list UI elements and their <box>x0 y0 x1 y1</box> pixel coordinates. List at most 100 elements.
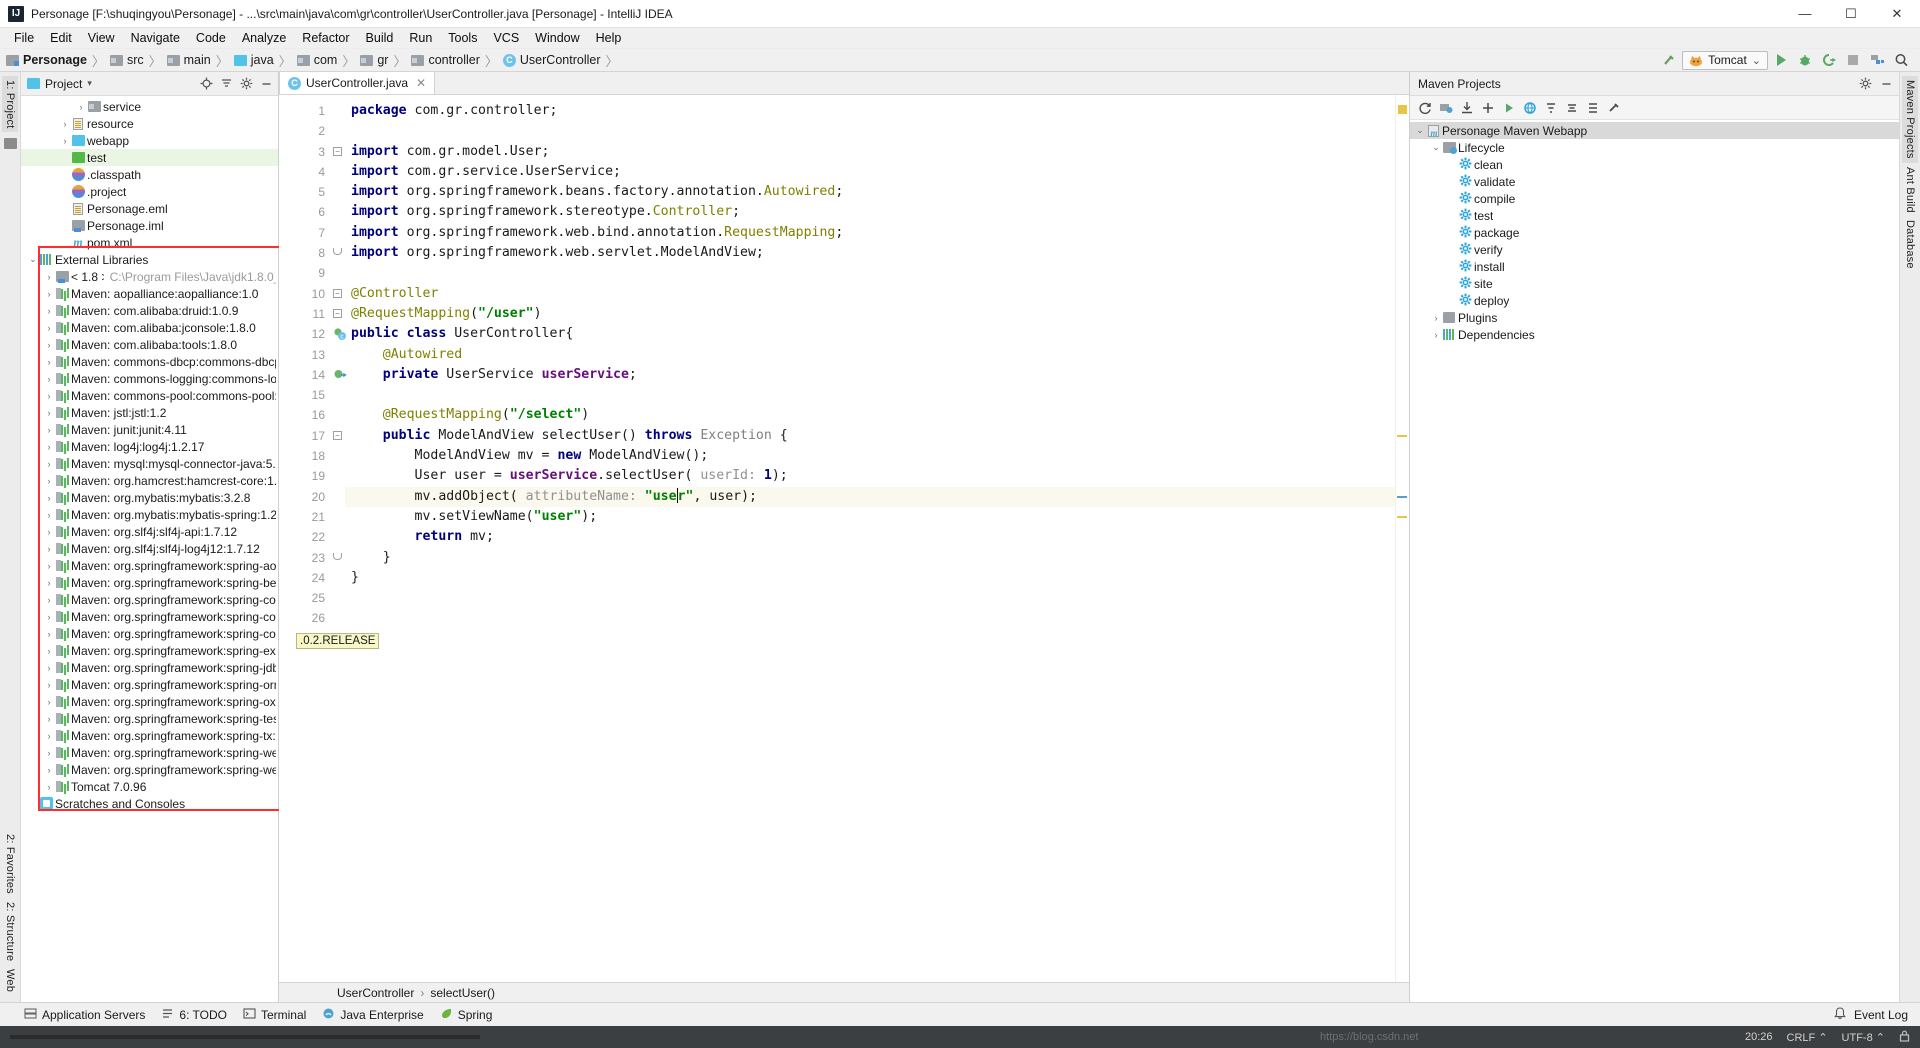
maven-tree-row[interactable]: › Plugins <box>1410 309 1899 326</box>
collapse-icon[interactable] <box>1563 99 1581 117</box>
maven-tree-row[interactable]: test <box>1410 207 1899 224</box>
chevron-icon[interactable]: › <box>43 510 55 520</box>
toggle-skip-tests-icon[interactable] <box>1542 99 1560 117</box>
project-tree-row[interactable]: › Maven: org.springframework:spring-conte… <box>21 591 278 608</box>
maven-tree[interactable]: ⌄Personage Maven Webapp⌄Lifecyclecleanva… <box>1410 120 1899 1002</box>
code-line[interactable] <box>345 385 1395 405</box>
chevron-icon[interactable]: ⌄ <box>1414 125 1426 136</box>
maven-tree-row[interactable]: compile <box>1410 190 1899 207</box>
code-line[interactable]: ModelAndView mv = new ModelAndView(); <box>345 446 1395 466</box>
breadcrumb-item-usercontroller[interactable]: C UserController <box>502 53 601 67</box>
fold-collapse-icon[interactable]: − <box>333 308 342 318</box>
chevron-icon[interactable]: › <box>43 391 55 401</box>
code-line[interactable]: mv.setViewName("user"); <box>345 507 1395 527</box>
maven-tree-row[interactable]: ⌄ Personage Maven Webapp <box>1410 122 1899 139</box>
project-structure-icon[interactable] <box>1866 51 1888 70</box>
lock-icon[interactable] <box>1899 1030 1910 1045</box>
hide-panel-icon[interactable] <box>259 76 274 91</box>
run-configuration-selector[interactable]: Tomcat ⌄ <box>1682 50 1768 70</box>
chevron-icon[interactable]: › <box>43 578 55 588</box>
chevron-icon[interactable]: › <box>59 119 71 129</box>
menu-item-help[interactable]: Help <box>588 29 630 47</box>
project-tree-row[interactable]: › Maven: org.slf4j:slf4j-api:1.7.12 <box>21 523 278 540</box>
fold-marker-slot[interactable]: − <box>331 284 345 304</box>
project-tree-row[interactable]: › Maven: org.hamcrest:hamcrest-core:1.3 <box>21 472 278 489</box>
code-line[interactable]: } <box>345 548 1395 568</box>
code-line[interactable]: mv.addObject( attributeName: "user", use… <box>345 486 1395 507</box>
project-tree-row[interactable]: › < 1.8 > C:\Program Files\Java\jdk1.8.0_1… <box>21 268 278 285</box>
gear-icon[interactable] <box>1858 76 1873 91</box>
code-line[interactable]: @Controller <box>345 284 1395 304</box>
maven-tree-row[interactable]: site <box>1410 275 1899 292</box>
breadcrumb-item-com[interactable]: com <box>296 53 337 67</box>
chevron-icon[interactable]: › <box>43 748 55 758</box>
close-button[interactable]: ✕ <box>1874 0 1920 27</box>
collapse-all-icon[interactable] <box>219 76 234 91</box>
project-tree-row[interactable]: test <box>21 149 278 166</box>
chevron-icon[interactable]: › <box>43 289 55 299</box>
stop-button[interactable] <box>1842 51 1864 70</box>
project-tree-row[interactable]: › Tomcat 7.0.96 <box>21 778 278 795</box>
maven-tree-row[interactable]: ⌄ Lifecycle <box>1410 139 1899 156</box>
chevron-icon[interactable]: › <box>43 459 55 469</box>
breadcrumb-item-src[interactable]: src <box>109 53 144 67</box>
menu-item-code[interactable]: Code <box>188 29 234 47</box>
project-tree-row[interactable]: › Maven: log4j:log4j:1.2.17 <box>21 438 278 455</box>
code-line[interactable]: @RequestMapping("/user") <box>345 304 1395 324</box>
code-line[interactable] <box>345 263 1395 283</box>
project-tree-row[interactable]: › Maven: org.slf4j:slf4j-log4j12:1.7.12 <box>21 540 278 557</box>
chevron-icon[interactable]: › <box>43 408 55 418</box>
project-tree-row[interactable]: .classpath <box>21 166 278 183</box>
project-tree-row[interactable]: › Maven: commons-pool:commons-pool:1.5.4 <box>21 387 278 404</box>
hide-panel-icon[interactable] <box>1879 76 1894 91</box>
locate-icon[interactable] <box>199 76 214 91</box>
code-line[interactable]: return mv; <box>345 527 1395 547</box>
menu-item-edit[interactable]: Edit <box>42 29 80 47</box>
editor-breadcrumb-item[interactable]: UserController <box>337 986 414 1000</box>
breadcrumb-item-main[interactable]: main <box>166 53 211 67</box>
chevron-icon[interactable]: › <box>1430 330 1442 340</box>
chevron-icon[interactable]: › <box>43 646 55 656</box>
menu-item-refactor[interactable]: Refactor <box>294 29 357 47</box>
project-tree-row[interactable]: Scratches and Consoles <box>21 795 278 812</box>
fold-marker-slot[interactable]: − <box>331 142 345 162</box>
code-line[interactable]: public class UserController{ <box>345 324 1395 344</box>
code-line[interactable] <box>345 588 1395 608</box>
chevron-icon[interactable]: › <box>43 595 55 605</box>
toggle-offline-icon[interactable] <box>1521 99 1539 117</box>
project-tree-row[interactable]: › Maven: commons-logging:commons-logging <box>21 370 278 387</box>
fold-end-icon[interactable] <box>333 552 342 560</box>
menu-item-navigate[interactable]: Navigate <box>123 29 188 47</box>
error-stripe-rail[interactable] <box>1395 95 1409 982</box>
maven-tree-row[interactable]: deploy <box>1410 292 1899 309</box>
chevron-icon[interactable]: › <box>43 612 55 622</box>
project-tree-row[interactable]: › Maven: org.springframework:spring-conte… <box>21 608 278 625</box>
chevron-icon[interactable]: › <box>43 680 55 690</box>
chevron-icon[interactable]: › <box>43 697 55 707</box>
project-tree-row[interactable]: › Maven: org.springframework:spring-web:5… <box>21 744 278 761</box>
project-tree-row[interactable]: › Maven: org.springframework:spring-tx:4.… <box>21 727 278 744</box>
menu-item-file[interactable]: File <box>6 29 42 47</box>
fold-collapse-icon[interactable]: − <box>333 430 342 440</box>
chevron-icon[interactable]: ⌄ <box>1430 142 1442 153</box>
chevron-icon[interactable]: › <box>43 306 55 316</box>
search-everywhere-icon[interactable] <box>1890 51 1912 70</box>
encoding-selector[interactable]: UTF-8 ⌃ <box>1842 1031 1885 1044</box>
code-line[interactable]: private UserService userService; <box>345 365 1395 385</box>
code-line[interactable]: @RequestMapping("/select") <box>345 405 1395 425</box>
code-editor[interactable]: 1 2 3 4 5 6 7 8 9 10 11 12 c 13 14 15 16 17 18 19 20 21 22 23 24… <box>279 95 1409 982</box>
menu-item-run[interactable]: Run <box>401 29 440 47</box>
code-folding-column[interactable]: − − − − <box>331 95 345 982</box>
code-line[interactable]: package com.gr.controller; <box>345 101 1395 121</box>
chevron-icon[interactable]: › <box>75 102 87 112</box>
code-line[interactable] <box>345 121 1395 141</box>
maven-tree-row[interactable]: install <box>1410 258 1899 275</box>
project-tree-row[interactable]: › Maven: aopalliance:aopalliance:1.0 <box>21 285 278 302</box>
error-stripe-mark[interactable] <box>1397 434 1407 437</box>
project-tree-row[interactable]: › Maven: org.mybatis:mybatis-spring:1.2.2 <box>21 506 278 523</box>
maven-tree-row[interactable]: validate <box>1410 173 1899 190</box>
chevron-icon[interactable]: › <box>43 527 55 537</box>
project-tree-row[interactable]: › Maven: org.mybatis:mybatis:3.2.8 <box>21 489 278 506</box>
chevron-icon[interactable]: ⌄ <box>27 254 39 265</box>
project-tree-row[interactable]: › Maven: org.springframework:spring-orm:4… <box>21 676 278 693</box>
